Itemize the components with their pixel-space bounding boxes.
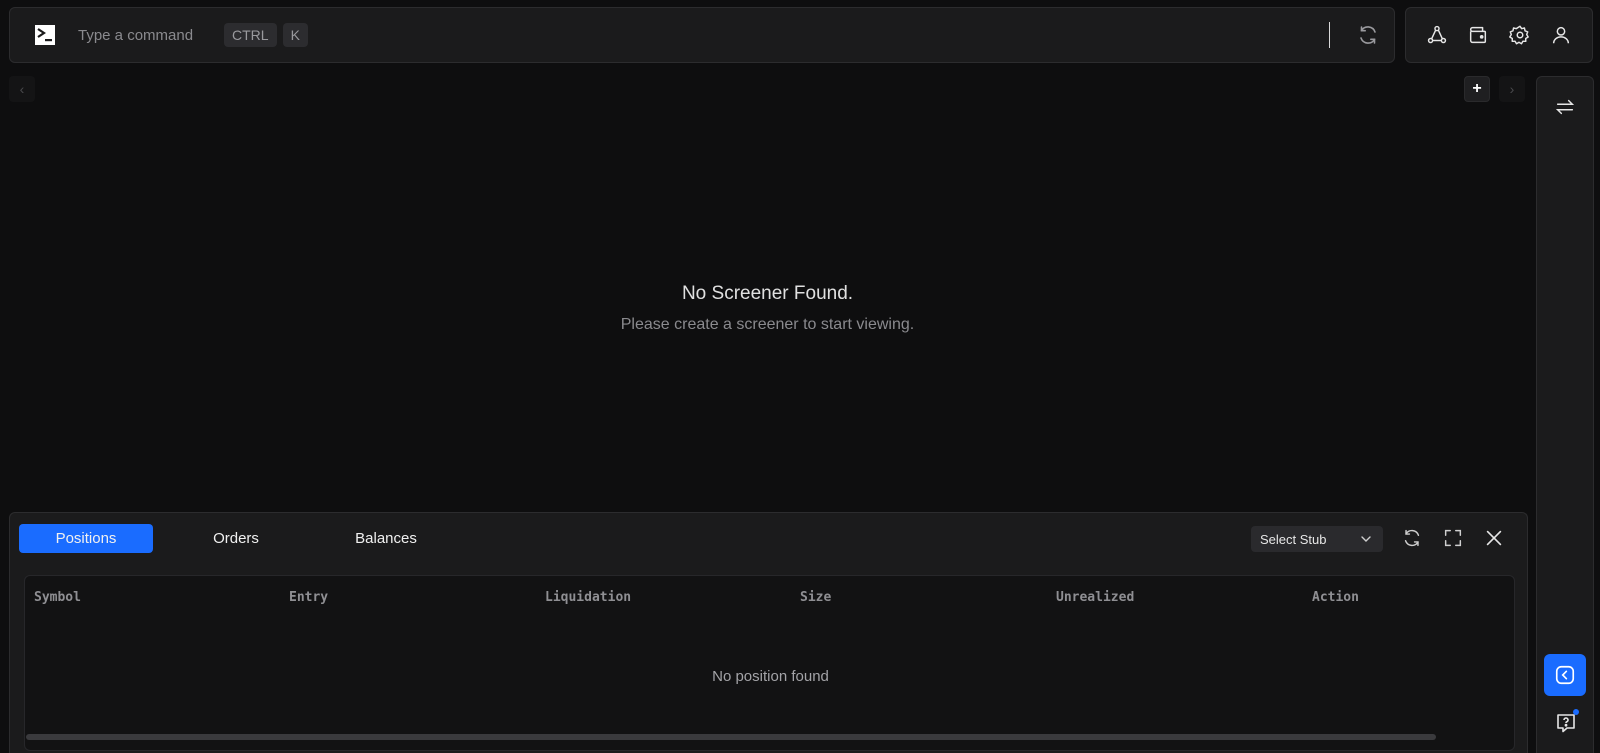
header-actions (1405, 7, 1593, 63)
wallet-icon[interactable] (1466, 23, 1490, 47)
notification-dot (1573, 709, 1579, 715)
collapse-panel-button[interactable] (1544, 654, 1586, 696)
column-header-liquidation[interactable]: Liquidation (545, 590, 631, 605)
column-header-unrealized[interactable]: Unrealized (1056, 590, 1134, 605)
select-stub-dropdown[interactable]: Select Stub (1251, 526, 1383, 552)
network-icon[interactable] (1425, 23, 1449, 47)
column-header-action[interactable]: Action (1312, 590, 1359, 605)
refresh-icon[interactable] (1401, 527, 1423, 549)
chevron-down-icon (1359, 532, 1373, 546)
empty-state-subtitle: Please create a screener to start viewin… (620, 316, 915, 333)
help-chat-icon[interactable] (1554, 709, 1579, 735)
tab-balances[interactable]: Balances (319, 524, 453, 553)
empty-table-message: No position found (712, 668, 829, 685)
settings-icon[interactable] (1508, 23, 1532, 47)
fullscreen-icon[interactable] (1442, 527, 1464, 549)
user-icon[interactable] (1549, 23, 1573, 47)
right-sidebar (1536, 76, 1594, 753)
terminal-icon (34, 24, 56, 46)
divider (1329, 22, 1330, 48)
empty-state-title: No Screener Found. (681, 283, 854, 304)
tab-positions[interactable]: Positions (19, 524, 153, 553)
positions-table: Symbol Entry Liquidation Size Unrealized… (24, 575, 1515, 751)
shortcut-key-k: K (282, 23, 308, 47)
swap-icon[interactable] (1554, 96, 1576, 118)
shortcut-key-ctrl: CTRL (224, 23, 277, 47)
column-header-symbol[interactable]: Symbol (34, 590, 81, 605)
horizontal-scrollbar[interactable] (26, 734, 1436, 740)
command-input[interactable] (78, 26, 218, 44)
tab-orders[interactable]: Orders (169, 524, 303, 553)
next-screener-button[interactable]: › (1499, 76, 1525, 102)
add-screener-button[interactable]: + (1464, 76, 1490, 102)
prev-screener-button[interactable]: ‹ (9, 76, 35, 102)
close-icon[interactable] (1483, 527, 1505, 549)
column-header-size[interactable]: Size (800, 590, 831, 605)
command-bar: CTRL K (9, 7, 1395, 63)
refresh-icon[interactable] (1356, 23, 1380, 47)
column-header-entry[interactable]: Entry (289, 590, 328, 605)
positions-panel: Positions Orders Balances Select Stub Sy… (9, 512, 1528, 753)
screener-area: ‹ + › No Screener Found. Please create a… (9, 76, 1526, 504)
select-stub-label: Select Stub (1260, 531, 1327, 547)
